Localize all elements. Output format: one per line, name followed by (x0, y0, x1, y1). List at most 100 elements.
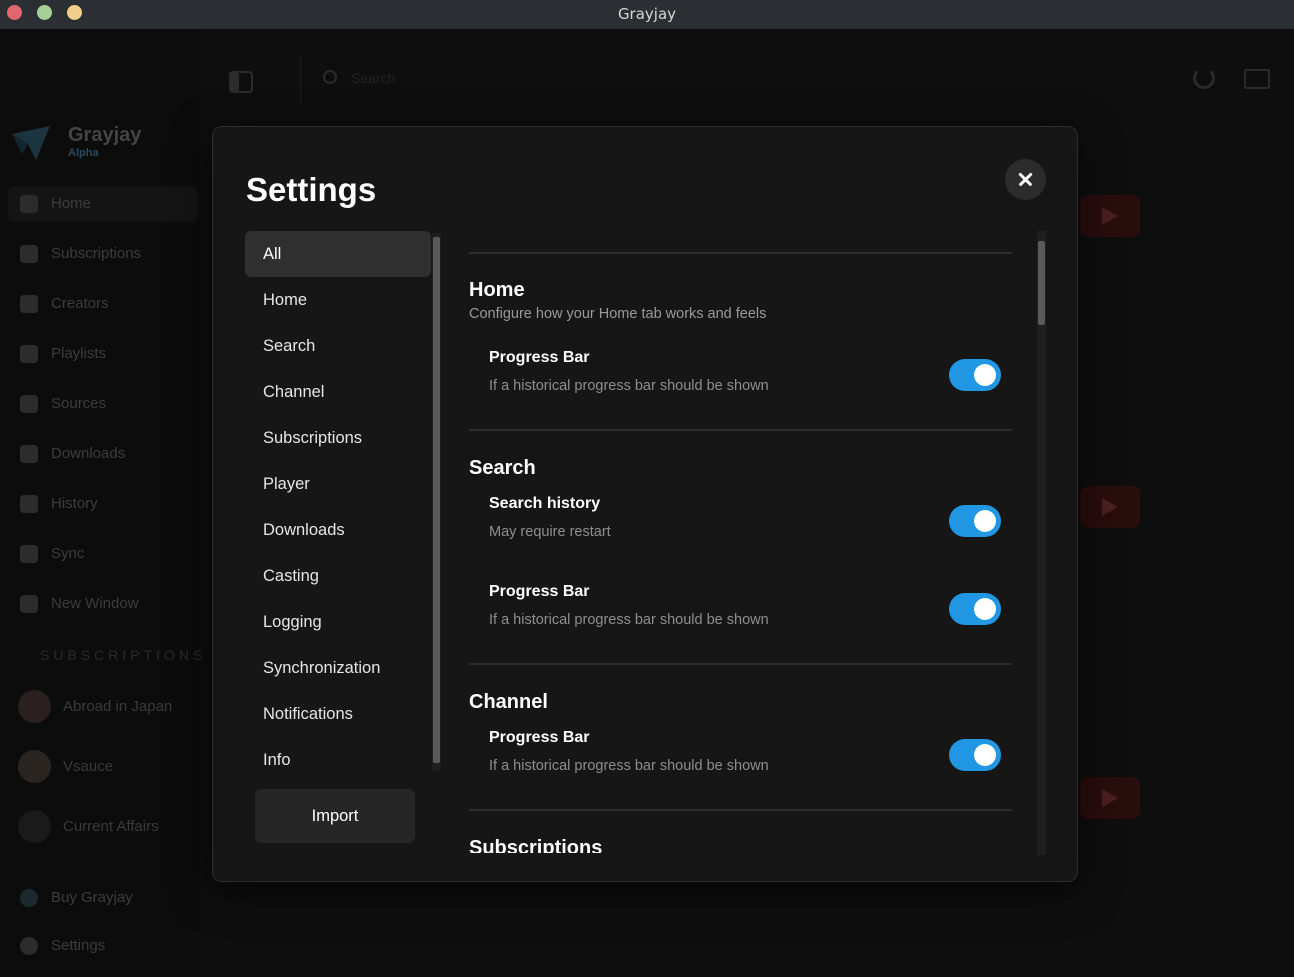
setting-description: If a historical progress bar should be s… (489, 378, 769, 394)
toggle-knob (974, 510, 996, 532)
brand-tag: Alpha (68, 147, 99, 159)
window-titlebar: Grayjay (0, 0, 1294, 29)
search-placeholder: Search (351, 70, 396, 86)
sidebar-item-label: Buy Grayjay (51, 889, 133, 906)
brand-name: Grayjay (68, 124, 142, 146)
sidebar-item-new-window[interactable]: New Window (18, 586, 198, 622)
sidebar-item-buy-grayjay[interactable]: Buy Grayjay (18, 880, 198, 916)
setting-description: If a historical progress bar should be s… (489, 758, 769, 774)
sidebar-toggle-icon[interactable] (229, 71, 253, 93)
sidebar-item-sync[interactable]: Sync (18, 536, 198, 572)
settings-nav-synchronization[interactable]: Synchronization (245, 645, 431, 691)
sidebar-item-subscriptions[interactable]: Subscriptions (18, 236, 198, 272)
setting-description: May require restart (489, 524, 611, 540)
downloads-icon (20, 445, 38, 463)
sidebar-item-label: Playlists (51, 345, 107, 362)
cast-icon[interactable] (1244, 69, 1270, 89)
settings-nav-logging[interactable]: Logging (245, 599, 431, 645)
channel-progress-bar-toggle[interactable] (949, 739, 1001, 771)
sidebar-item-label: Settings (51, 937, 106, 954)
settings-nav-channel[interactable]: Channel (245, 369, 431, 415)
settings-nav-all[interactable]: All (245, 231, 431, 277)
refresh-icon[interactable] (1193, 67, 1215, 89)
setting-description: If a historical progress bar should be s… (489, 612, 769, 628)
nav-label: Subscriptions (263, 429, 363, 447)
setting-title: Search history (489, 495, 601, 512)
search-history-toggle[interactable] (949, 505, 1001, 537)
new-window-icon (20, 595, 38, 613)
avatar (18, 750, 51, 783)
settings-nav-info[interactable]: Info (245, 737, 431, 783)
section-title-home: Home (469, 279, 525, 301)
dialog-title: Settings (246, 171, 377, 208)
setting-title: Progress Bar (489, 349, 590, 366)
section-divider (469, 252, 1012, 254)
sources-icon (20, 395, 38, 413)
nav-label: Casting (263, 567, 319, 585)
subscriptions-heading: SUBSCRIPTIONS (40, 647, 207, 663)
sidebar-item-playlists[interactable]: Playlists (18, 336, 198, 372)
nav-scrollbar[interactable] (432, 233, 441, 771)
gear-icon (20, 937, 38, 955)
history-icon (20, 495, 38, 513)
search-icon (323, 70, 337, 84)
sidebar-item-label: Creators (51, 295, 109, 312)
sidebar-item-label: Sources (51, 395, 107, 412)
avatar (18, 690, 51, 723)
sidebar-item-label: History (51, 495, 98, 512)
sidebar-item-label: Home (51, 195, 92, 212)
import-button[interactable]: Import (255, 789, 415, 843)
subscription-name: Vsauce (63, 758, 114, 775)
dollar-icon (20, 889, 38, 907)
subscription-name: Current Affairs (63, 818, 159, 835)
creators-icon (20, 295, 38, 313)
nav-label: Notifications (263, 705, 353, 723)
close-dialog-button[interactable] (1005, 159, 1046, 200)
section-divider (469, 663, 1012, 665)
settings-nav-casting[interactable]: Casting (245, 553, 431, 599)
section-divider (469, 809, 1012, 811)
settings-nav-home[interactable]: Home (245, 277, 431, 323)
subscription-name: Abroad in Japan (63, 698, 173, 715)
nav-label: Synchronization (263, 659, 381, 677)
nav-scrollbar-thumb[interactable] (433, 237, 440, 763)
content-scrollbar-thumb[interactable] (1038, 241, 1045, 325)
toggle-knob (974, 364, 996, 386)
sidebar-item-settings[interactable]: Settings (18, 928, 198, 964)
nav-label: Search (263, 337, 316, 355)
toggle-knob (974, 744, 996, 766)
search-progress-bar-toggle[interactable] (949, 593, 1001, 625)
sidebar: Grayjay Alpha Home Subscriptions Creator… (0, 29, 202, 977)
sidebar-item-label: Subscriptions (51, 245, 142, 262)
nav-label: Player (263, 475, 310, 493)
section-title-search: Search (469, 457, 536, 479)
home-progress-bar-toggle[interactable] (949, 359, 1001, 391)
window-title: Grayjay (617, 5, 677, 23)
settings-content: Home Configure how your Home tab works a… (469, 231, 1012, 853)
nav-label: Logging (263, 613, 322, 631)
settings-dialog: Settings All Home Search Channel Subscri… (212, 126, 1078, 882)
settings-nav-player[interactable]: Player (245, 461, 431, 507)
avatar (18, 810, 51, 843)
settings-nav-downloads[interactable]: Downloads (245, 507, 431, 553)
settings-nav: All Home Search Channel Subscriptions Pl… (245, 231, 431, 771)
search-bar[interactable]: Search (300, 54, 1180, 106)
nav-label: All (263, 245, 282, 263)
content-scrollbar[interactable] (1037, 231, 1046, 855)
sidebar-item-sources[interactable]: Sources (18, 386, 198, 422)
sidebar-item-history[interactable]: History (18, 486, 198, 522)
nav-label: Info (263, 751, 291, 769)
grayjay-logo-icon (12, 126, 50, 160)
sync-icon (20, 545, 38, 563)
sidebar-item-downloads[interactable]: Downloads (18, 436, 198, 472)
sidebar-item-home[interactable]: Home (8, 186, 198, 222)
sidebar-item-creators[interactable]: Creators (18, 286, 198, 322)
section-title-subscriptions: Subscriptions (469, 837, 603, 853)
settings-nav-subscriptions[interactable]: Subscriptions (245, 415, 431, 461)
settings-nav-notifications[interactable]: Notifications (245, 691, 431, 737)
section-title-channel: Channel (469, 691, 548, 713)
youtube-play-icon (1080, 486, 1140, 528)
setting-title: Progress Bar (489, 583, 590, 600)
toggle-knob (974, 598, 996, 620)
settings-nav-search[interactable]: Search (245, 323, 431, 369)
